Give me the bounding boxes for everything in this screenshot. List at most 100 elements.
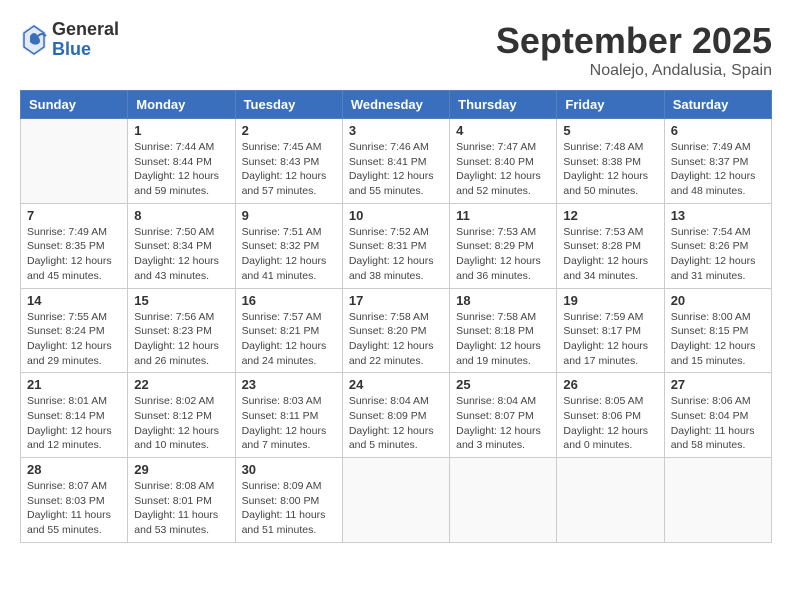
- week-row-1: 1 Sunrise: 7:44 AM Sunset: 8:44 PM Daylig…: [21, 119, 772, 204]
- day-info: Sunrise: 7:58 AM Sunset: 8:20 PM Dayligh…: [349, 310, 443, 369]
- calendar-cell: 10 Sunrise: 7:52 AM Sunset: 8:31 PM Dayli…: [342, 203, 449, 288]
- day-info: Sunrise: 7:54 AM Sunset: 8:26 PM Dayligh…: [671, 225, 765, 284]
- calendar-cell: 20Sunrise: 8:00 AM Sunset: 8:15 PM Dayli…: [664, 288, 771, 373]
- week-row-5: 28Sunrise: 8:07 AM Sunset: 8:03 PM Dayli…: [21, 458, 772, 543]
- col-header-friday: Friday: [557, 91, 664, 119]
- week-row-3: 14 Sunrise: 7:55 AM Sunset: 8:24 PM Dayli…: [21, 288, 772, 373]
- day-number: 28: [27, 462, 121, 477]
- week-row-2: 7 Sunrise: 7:49 AM Sunset: 8:35 PM Daylig…: [21, 203, 772, 288]
- day-number: 7: [27, 208, 121, 223]
- calendar-cell: 14 Sunrise: 7:55 AM Sunset: 8:24 PM Dayli…: [21, 288, 128, 373]
- day-number: 6: [671, 123, 765, 138]
- calendar-cell: 9 Sunrise: 7:51 AM Sunset: 8:32 PM Daylig…: [235, 203, 342, 288]
- calendar-cell: 8 Sunrise: 7:50 AM Sunset: 8:34 PM Daylig…: [128, 203, 235, 288]
- calendar-cell: 7 Sunrise: 7:49 AM Sunset: 8:35 PM Daylig…: [21, 203, 128, 288]
- day-number: 23: [242, 377, 336, 392]
- day-number: 1: [134, 123, 228, 138]
- logo-general: General: [52, 20, 119, 40]
- day-number: 3: [349, 123, 443, 138]
- day-number: 17: [349, 293, 443, 308]
- day-number: 4: [456, 123, 550, 138]
- day-number: 25: [456, 377, 550, 392]
- day-info: Sunrise: 7:51 AM Sunset: 8:32 PM Dayligh…: [242, 225, 336, 284]
- day-number: 30: [242, 462, 336, 477]
- calendar-cell: 29 Sunrise: 8:08 AM Sunset: 8:01 PM Dayli…: [128, 458, 235, 543]
- day-info: Sunrise: 7:45 AM Sunset: 8:43 PM Dayligh…: [242, 140, 336, 199]
- day-info: Sunrise: 7:55 AM Sunset: 8:24 PM Dayligh…: [27, 310, 121, 369]
- day-info: Sunrise: 7:44 AM Sunset: 8:44 PM Dayligh…: [134, 140, 228, 199]
- location: Noalejo, Andalusia, Spain: [496, 62, 772, 80]
- day-number: 15: [134, 293, 228, 308]
- calendar-cell: [557, 458, 664, 543]
- day-number: 24: [349, 377, 443, 392]
- logo-icon: [20, 22, 48, 58]
- day-number: 16: [242, 293, 336, 308]
- calendar-cell: 3 Sunrise: 7:46 AM Sunset: 8:41 PM Daylig…: [342, 119, 449, 204]
- day-info: Sunrise: 8:08 AM Sunset: 8:01 PM Dayligh…: [134, 479, 228, 538]
- logo-blue: Blue: [52, 40, 119, 60]
- day-info: Sunrise: 8:03 AM Sunset: 8:11 PM Dayligh…: [242, 394, 336, 453]
- calendar-cell: 27Sunrise: 8:06 AM Sunset: 8:04 PM Dayli…: [664, 373, 771, 458]
- col-header-monday: Monday: [128, 91, 235, 119]
- day-number: 5: [563, 123, 657, 138]
- calendar-cell: 6 Sunrise: 7:49 AM Sunset: 8:37 PM Daylig…: [664, 119, 771, 204]
- calendar-cell: 19 Sunrise: 7:59 AM Sunset: 8:17 PM Dayli…: [557, 288, 664, 373]
- calendar-cell: 30 Sunrise: 8:09 AM Sunset: 8:00 PM Dayli…: [235, 458, 342, 543]
- day-info: Sunrise: 7:49 AM Sunset: 8:35 PM Dayligh…: [27, 225, 121, 284]
- day-info: Sunrise: 7:50 AM Sunset: 8:34 PM Dayligh…: [134, 225, 228, 284]
- col-header-thursday: Thursday: [450, 91, 557, 119]
- day-number: 26: [563, 377, 657, 392]
- calendar-header-row: SundayMondayTuesdayWednesdayThursdayFrid…: [21, 91, 772, 119]
- calendar-cell: 13 Sunrise: 7:54 AM Sunset: 8:26 PM Dayli…: [664, 203, 771, 288]
- logo-text: General Blue: [52, 20, 119, 60]
- day-number: 13: [671, 208, 765, 223]
- calendar-cell: [342, 458, 449, 543]
- calendar-cell: 26 Sunrise: 8:05 AM Sunset: 8:06 PM Dayli…: [557, 373, 664, 458]
- month-title: September 2025: [496, 20, 772, 62]
- calendar-table: SundayMondayTuesdayWednesdayThursdayFrid…: [20, 90, 772, 543]
- day-number: 8: [134, 208, 228, 223]
- day-number: 2: [242, 123, 336, 138]
- day-info: Sunrise: 7:56 AM Sunset: 8:23 PM Dayligh…: [134, 310, 228, 369]
- day-info: Sunrise: 8:00 AM Sunset: 8:15 PM Dayligh…: [671, 310, 765, 369]
- day-info: Sunrise: 7:49 AM Sunset: 8:37 PM Dayligh…: [671, 140, 765, 199]
- day-info: Sunrise: 8:04 AM Sunset: 8:07 PM Dayligh…: [456, 394, 550, 453]
- calendar-cell: 1 Sunrise: 7:44 AM Sunset: 8:44 PM Daylig…: [128, 119, 235, 204]
- day-number: 22: [134, 377, 228, 392]
- day-info: Sunrise: 7:46 AM Sunset: 8:41 PM Dayligh…: [349, 140, 443, 199]
- day-info: Sunrise: 7:48 AM Sunset: 8:38 PM Dayligh…: [563, 140, 657, 199]
- day-number: 14: [27, 293, 121, 308]
- calendar-cell: 17 Sunrise: 7:58 AM Sunset: 8:20 PM Dayli…: [342, 288, 449, 373]
- day-number: 11: [456, 208, 550, 223]
- day-number: 29: [134, 462, 228, 477]
- day-info: Sunrise: 7:52 AM Sunset: 8:31 PM Dayligh…: [349, 225, 443, 284]
- day-info: Sunrise: 8:09 AM Sunset: 8:00 PM Dayligh…: [242, 479, 336, 538]
- calendar-cell: 18Sunrise: 7:58 AM Sunset: 8:18 PM Dayli…: [450, 288, 557, 373]
- calendar-cell: 23 Sunrise: 8:03 AM Sunset: 8:11 PM Dayli…: [235, 373, 342, 458]
- calendar-cell: 25 Sunrise: 8:04 AM Sunset: 8:07 PM Dayli…: [450, 373, 557, 458]
- day-number: 19: [563, 293, 657, 308]
- day-number: 27: [671, 377, 765, 392]
- day-info: Sunrise: 7:57 AM Sunset: 8:21 PM Dayligh…: [242, 310, 336, 369]
- calendar-cell: 28Sunrise: 8:07 AM Sunset: 8:03 PM Dayli…: [21, 458, 128, 543]
- calendar-cell: 4Sunrise: 7:47 AM Sunset: 8:40 PM Daylig…: [450, 119, 557, 204]
- day-info: Sunrise: 7:58 AM Sunset: 8:18 PM Dayligh…: [456, 310, 550, 369]
- calendar-cell: 21 Sunrise: 8:01 AM Sunset: 8:14 PM Dayli…: [21, 373, 128, 458]
- day-number: 21: [27, 377, 121, 392]
- day-number: 12: [563, 208, 657, 223]
- day-info: Sunrise: 7:53 AM Sunset: 8:28 PM Dayligh…: [563, 225, 657, 284]
- logo: General Blue: [20, 20, 119, 60]
- page-header: General Blue September 2025 Noalejo, And…: [20, 20, 772, 80]
- day-info: Sunrise: 8:05 AM Sunset: 8:06 PM Dayligh…: [563, 394, 657, 453]
- calendar-cell: [21, 119, 128, 204]
- day-number: 10: [349, 208, 443, 223]
- col-header-sunday: Sunday: [21, 91, 128, 119]
- col-header-tuesday: Tuesday: [235, 91, 342, 119]
- calendar-cell: 2 Sunrise: 7:45 AM Sunset: 8:43 PM Daylig…: [235, 119, 342, 204]
- day-info: Sunrise: 8:01 AM Sunset: 8:14 PM Dayligh…: [27, 394, 121, 453]
- day-number: 9: [242, 208, 336, 223]
- calendar-cell: 16 Sunrise: 7:57 AM Sunset: 8:21 PM Dayli…: [235, 288, 342, 373]
- week-row-4: 21 Sunrise: 8:01 AM Sunset: 8:14 PM Dayli…: [21, 373, 772, 458]
- calendar-cell: [450, 458, 557, 543]
- day-info: Sunrise: 7:59 AM Sunset: 8:17 PM Dayligh…: [563, 310, 657, 369]
